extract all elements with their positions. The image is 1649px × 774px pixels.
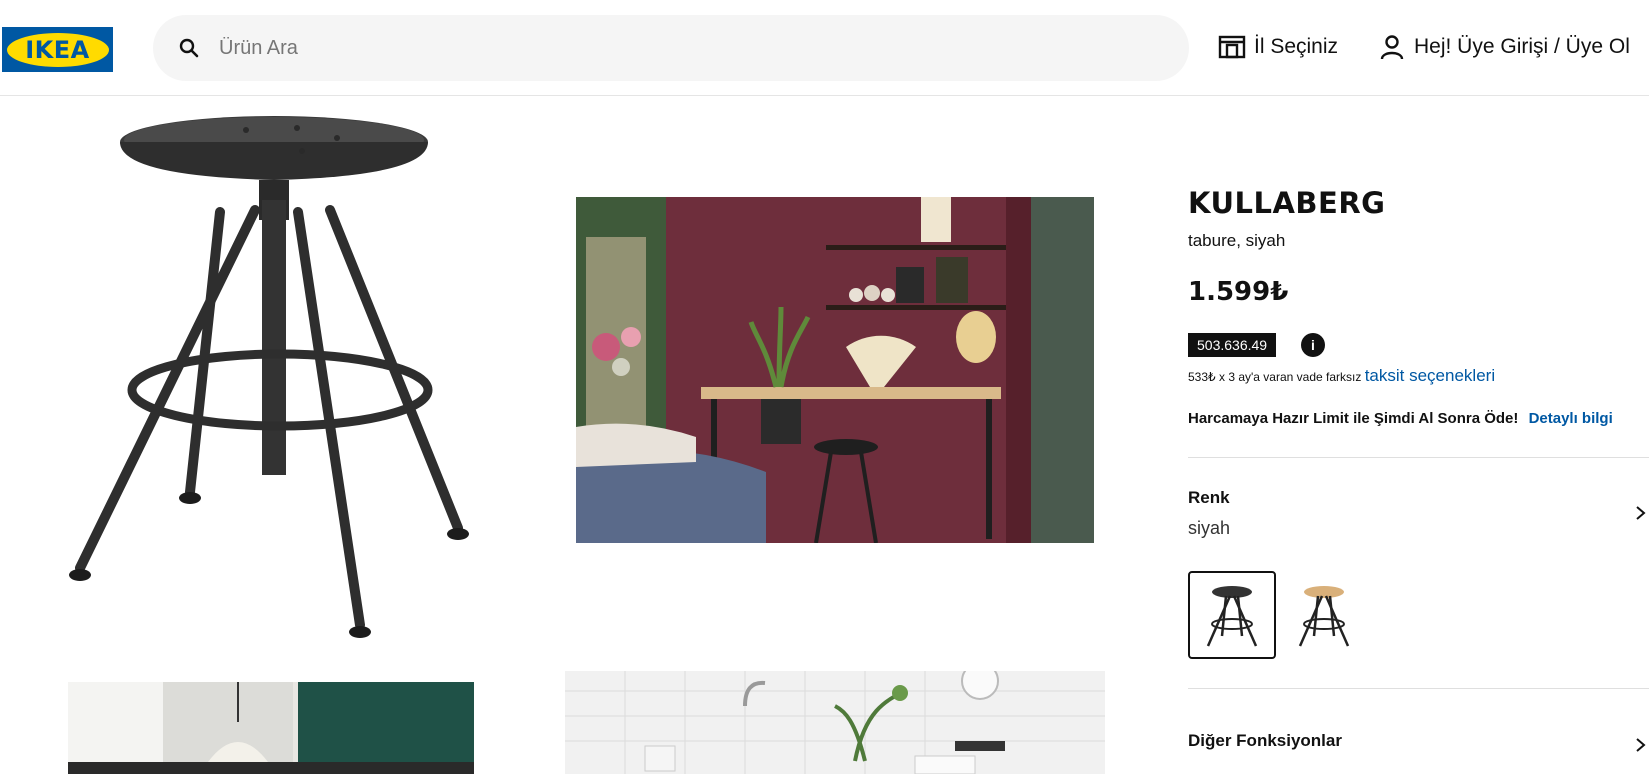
- wood-stool-thumbnail: [1298, 586, 1350, 647]
- black-stool-thumbnail: [1206, 586, 1258, 647]
- color-swatch-wood[interactable]: [1280, 571, 1368, 659]
- search-icon: [179, 38, 199, 58]
- details-link[interactable]: Detaylı bilgi: [1529, 410, 1613, 427]
- installment-options-link[interactable]: taksit seçenekleri: [1365, 366, 1495, 385]
- stool-illustration: [69, 116, 469, 638]
- room-scene: [576, 197, 1094, 543]
- product-image-cafe[interactable]: [68, 682, 474, 774]
- more-functions-row[interactable]: Diğer Fonksiyonlar: [1188, 722, 1649, 762]
- chevron-right-icon: [1636, 506, 1646, 520]
- product-description: tabure, siyah: [1188, 231, 1286, 250]
- divider: [1188, 457, 1649, 458]
- product-image-room[interactable]: [576, 197, 1094, 543]
- ikea-logo[interactable]: IKEA: [2, 27, 113, 72]
- article-number-badge: 503.636.49: [1188, 333, 1277, 357]
- product-price: 1.599₺: [1188, 277, 1289, 307]
- chevron-right-icon: [1636, 738, 1646, 752]
- product-image-stool[interactable]: [40, 100, 500, 640]
- product-image-kitchen[interactable]: [565, 671, 1105, 774]
- installment-text: 533₺ x 3 ay'a varan vade farksız: [1188, 370, 1362, 384]
- divider: [1188, 688, 1649, 689]
- color-value: siyah: [1188, 518, 1231, 538]
- search-input[interactable]: [217, 35, 1121, 61]
- logo-text: IKEA: [25, 35, 90, 64]
- installment-info: 533₺ x 3 ay'a varan vade farksız taksit …: [1188, 366, 1495, 386]
- product-name: KULLABERG: [1188, 186, 1386, 220]
- cafe-scene: [68, 682, 474, 774]
- color-selector[interactable]: Renk siyah: [1188, 472, 1649, 542]
- color-label: Renk: [1188, 488, 1230, 507]
- product-info-panel: KULLABERG tabure, siyah 1.599₺ 503.636.4…: [1188, 0, 1649, 774]
- kitchen-scene: [565, 671, 1105, 774]
- limit-text: Harcamaya Hazır Limit ile Şimdi Al Sonra…: [1188, 410, 1519, 427]
- logo-oval: IKEA: [6, 32, 109, 67]
- search-bar[interactable]: [153, 15, 1189, 81]
- info-icon[interactable]: i: [1301, 333, 1325, 357]
- color-swatch-black[interactable]: [1188, 571, 1276, 659]
- limit-info: Harcamaya Hazır Limit ile Şimdi Al Sonra…: [1188, 410, 1613, 427]
- more-functions-label: Diğer Fonksiyonlar: [1188, 731, 1342, 750]
